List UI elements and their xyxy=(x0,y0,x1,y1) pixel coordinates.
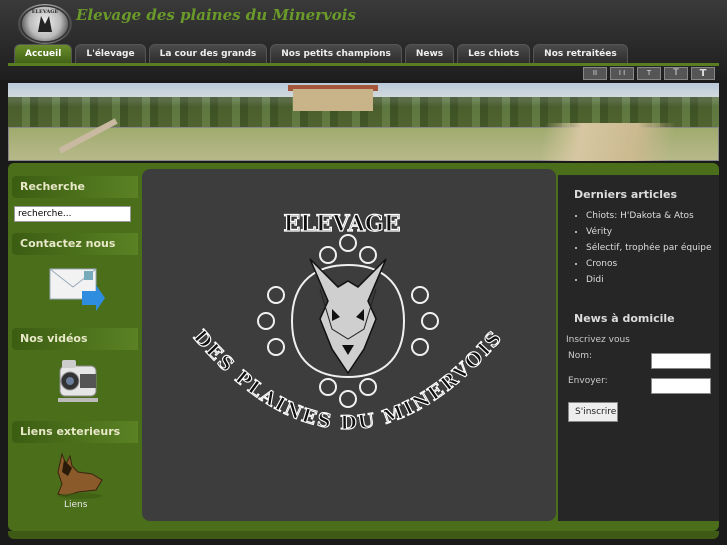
newsletter-heading: News à domicile xyxy=(574,312,675,325)
contact-mail-icon[interactable] xyxy=(48,265,106,315)
newsletter-subscribe-label: Inscrivez vous xyxy=(566,335,630,345)
video-camera-icon[interactable] xyxy=(54,354,104,408)
left-sidebar: Recherche xyxy=(8,170,138,198)
tab-nos-retraitees[interactable]: Nos retraitées xyxy=(533,44,628,64)
newsletter-email-field[interactable] xyxy=(651,378,711,394)
videos-heading: Nos vidéos xyxy=(12,328,138,350)
tab-les-chiots[interactable]: Les chiots xyxy=(457,44,531,64)
tab-news[interactable]: News xyxy=(404,44,455,64)
contact-heading: Contactez nous xyxy=(12,233,138,255)
kennel-emblem: ELEVAGE DES PLAINES DU MINERVOIS xyxy=(188,210,505,434)
banner-path xyxy=(508,123,688,161)
name-label: Nom: xyxy=(568,351,593,361)
tab-elevage[interactable]: L'élevage xyxy=(75,44,146,64)
nav-underline xyxy=(8,63,719,66)
article-link[interactable]: Vérity xyxy=(586,226,716,238)
article-link[interactable]: Chiots: H'Dakota & Atos xyxy=(586,210,716,222)
main-navigation: Accueil L'élevage La cour des grands Nos… xyxy=(14,44,628,64)
header-banner-photo xyxy=(8,83,719,161)
tab-accueil[interactable]: Accueil xyxy=(14,44,73,64)
font-size-button-1[interactable]: II xyxy=(583,67,607,80)
site-logo[interactable]: ELEVAGE xyxy=(18,4,72,44)
latest-articles-list: Chiots: H'Dakota & Atos Vérity Sélectif,… xyxy=(572,210,716,290)
dog-link-image[interactable] xyxy=(48,448,106,502)
links-heading: Liens exterieurs xyxy=(12,421,138,443)
banner-house xyxy=(293,89,373,111)
article-link[interactable]: Cronos xyxy=(586,258,716,270)
font-size-controls: II I I T T T xyxy=(583,67,715,80)
subscribe-button[interactable]: S'inscrire xyxy=(568,402,618,422)
links-caption[interactable]: Liens xyxy=(64,500,87,510)
site-title[interactable]: Elevage des plaines du Minervois xyxy=(76,6,356,24)
article-link[interactable]: Sélectif, trophée par équipe xyxy=(586,242,716,254)
article-link[interactable]: Didi xyxy=(586,274,716,286)
main-content-panel: ELEVAGE DES PLAINES DU MINERVOIS xyxy=(142,169,556,521)
emblem-top-text: ELEVAGE xyxy=(284,211,401,237)
search-input[interactable] xyxy=(14,206,131,222)
send-label: Envoyer: xyxy=(568,376,608,386)
svg-text:ELEVAGE: ELEVAGE xyxy=(32,9,59,15)
tab-la-cour-des-grands[interactable]: La cour des grands xyxy=(148,44,268,64)
font-size-button-2[interactable]: I I xyxy=(610,67,634,80)
footer-bar xyxy=(8,531,719,539)
newsletter-name-field[interactable] xyxy=(651,353,711,369)
search-heading: Recherche xyxy=(12,176,138,198)
logo-emblem-icon: ELEVAGE xyxy=(20,5,70,43)
tab-nos-petits-champions[interactable]: Nos petits champions xyxy=(270,44,402,64)
font-size-button-3[interactable]: T xyxy=(637,67,661,80)
latest-articles-heading: Derniers articles xyxy=(574,188,678,201)
font-size-button-5[interactable]: T xyxy=(691,67,715,80)
font-size-button-4[interactable]: T xyxy=(664,67,688,80)
